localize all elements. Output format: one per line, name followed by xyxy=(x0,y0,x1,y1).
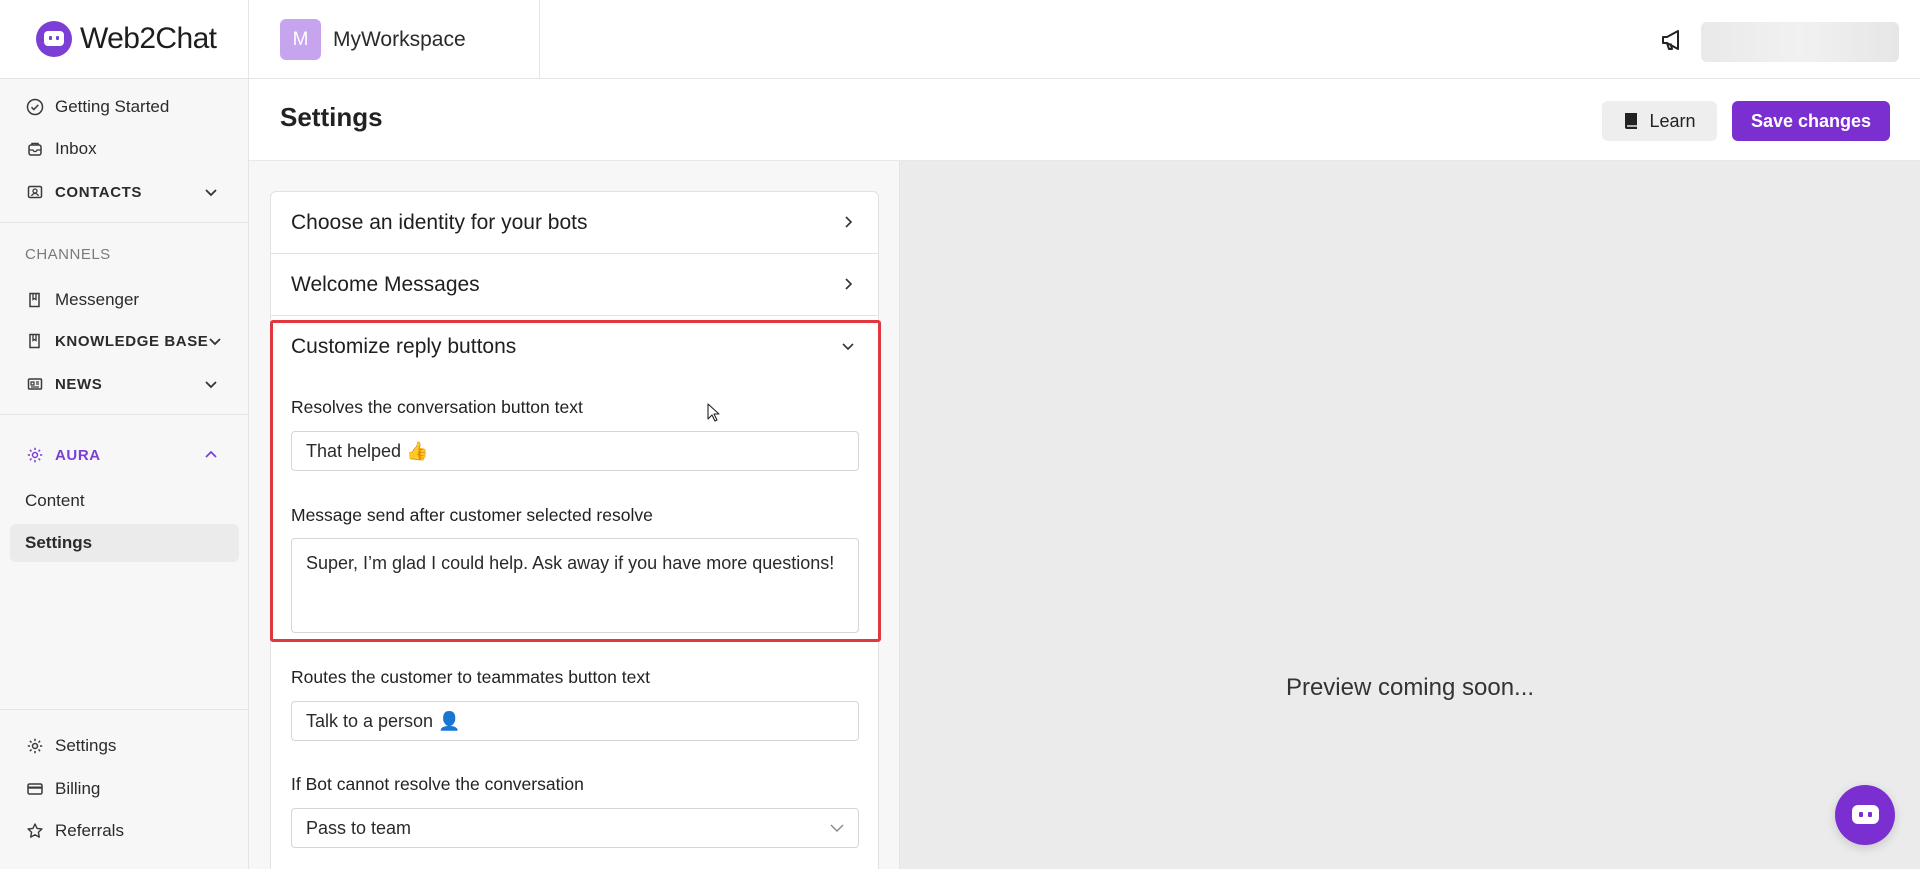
chevron-right-icon xyxy=(845,278,853,290)
unresolved-action-select[interactable]: Pass to team xyxy=(291,808,859,848)
accordion-title: Customize reply buttons xyxy=(291,335,517,358)
sidebar-item-settings[interactable]: Settings xyxy=(10,727,239,765)
book-icon xyxy=(25,331,45,351)
sidebar-item-label: Content xyxy=(25,491,85,510)
settings-panel: Choose an identity for your bots Welcome… xyxy=(249,161,900,869)
page-header: Settings Learn Save changes xyxy=(249,80,1920,161)
sidebar-item-inbox[interactable]: Inbox xyxy=(10,130,239,168)
channels-section-label: CHANNELS xyxy=(25,246,111,263)
resolve-message-label: Message send after customer selected res… xyxy=(291,505,653,525)
sidebar-item-label: Messenger xyxy=(55,290,140,309)
sidebar-item-knowledge-base[interactable]: KNOWLEDGE BASE xyxy=(10,322,239,360)
book-icon xyxy=(1625,113,1638,129)
bot-icon xyxy=(1852,805,1879,824)
learn-button[interactable]: Learn xyxy=(1602,101,1717,141)
top-bar: M MyWorkspace xyxy=(249,0,1920,79)
star-icon xyxy=(25,821,45,841)
sidebar-item-referrals[interactable]: Referrals xyxy=(10,812,239,850)
chevron-down-icon xyxy=(830,824,844,832)
gear-icon xyxy=(25,736,45,756)
sidebar: Web2Chat Getting Started Inbox CONTACTS … xyxy=(0,0,249,869)
sidebar-item-label: NEWS xyxy=(55,375,103,393)
messenger-icon xyxy=(25,290,45,310)
inbox-icon xyxy=(25,139,45,159)
sidebar-item-aura-settings[interactable]: Settings xyxy=(10,524,239,562)
brand-logo[interactable]: Web2Chat xyxy=(0,0,248,79)
chevron-down-icon xyxy=(205,381,217,389)
check-circle-icon xyxy=(25,97,45,117)
sidebar-item-aura[interactable]: AURA xyxy=(10,436,239,474)
page-title: Settings xyxy=(280,102,383,132)
chevron-down-icon xyxy=(209,338,221,346)
sidebar-item-label: Settings xyxy=(25,533,93,552)
sidebar-item-label: Referrals xyxy=(55,821,124,840)
sidebar-item-label: Getting Started xyxy=(55,97,170,116)
sidebar-item-label: AURA xyxy=(55,446,101,464)
preview-panel: Preview coming soon... xyxy=(900,161,1920,869)
megaphone-icon[interactable] xyxy=(1659,26,1687,54)
sidebar-divider xyxy=(0,222,249,223)
sidebar-item-messenger[interactable]: Messenger xyxy=(10,281,239,319)
sidebar-divider xyxy=(0,414,249,415)
mouse-cursor-icon xyxy=(707,403,720,422)
sidebar-item-label: KNOWLEDGE BASE xyxy=(55,332,209,350)
contacts-icon xyxy=(25,182,45,202)
web2chat-logo-icon xyxy=(36,21,72,57)
brand-name: Web2Chat xyxy=(80,22,217,55)
resolve-button-text-input[interactable]: That helped 👍 xyxy=(291,431,859,471)
sidebar-divider xyxy=(0,709,249,710)
workspace-avatar: M xyxy=(280,19,321,60)
chevron-right-icon xyxy=(845,216,853,228)
accordion-welcome-messages[interactable]: Welcome Messages xyxy=(271,254,878,316)
unresolved-action-label: If Bot cannot resolve the conversation xyxy=(291,774,584,794)
sidebar-item-label: Settings xyxy=(55,736,117,755)
workspace-switcher[interactable]: M MyWorkspace xyxy=(249,0,540,79)
sidebar-item-contacts[interactable]: CONTACTS xyxy=(10,173,239,211)
resolve-message-textarea[interactable]: Super, I’m glad I could help. Ask away i… xyxy=(291,538,859,633)
sidebar-item-label: CONTACTS xyxy=(55,183,143,201)
user-profile-menu[interactable] xyxy=(1701,22,1899,62)
resolve-button-text-label: Resolves the conversation button text xyxy=(291,397,583,417)
sidebar-item-aura-content[interactable]: Content xyxy=(10,482,239,520)
sidebar-item-news[interactable]: NEWS xyxy=(10,365,239,403)
credit-card-icon xyxy=(25,779,45,799)
route-button-text-label: Routes the customer to teammates button … xyxy=(291,667,650,687)
save-changes-button[interactable]: Save changes xyxy=(1732,101,1890,141)
chevron-up-icon xyxy=(205,450,217,458)
sidebar-item-label: Billing xyxy=(55,779,101,798)
news-icon xyxy=(25,374,45,394)
preview-placeholder-text: Preview coming soon... xyxy=(1285,674,1535,701)
learn-button-label: Learn xyxy=(1649,110,1696,131)
sidebar-item-getting-started[interactable]: Getting Started xyxy=(10,88,239,126)
chevron-down-icon xyxy=(205,189,217,197)
gear-icon xyxy=(25,445,45,465)
accordion-identity[interactable]: Choose an identity for your bots xyxy=(271,192,878,254)
select-value: Pass to team xyxy=(306,817,412,838)
settings-card: Choose an identity for your bots Welcome… xyxy=(270,191,879,869)
sidebar-item-billing[interactable]: Billing xyxy=(10,770,239,808)
accordion-reply-buttons[interactable]: Customize reply buttons xyxy=(271,316,878,378)
route-button-text-input[interactable]: Talk to a person 👤 xyxy=(291,701,859,741)
accordion-title: Welcome Messages xyxy=(291,272,480,296)
accordion-title: Choose an identity for your bots xyxy=(291,210,588,234)
workspace-name: MyWorkspace xyxy=(333,27,466,51)
chat-widget-button[interactable] xyxy=(1835,785,1895,845)
sidebar-item-label: Inbox xyxy=(55,139,97,158)
chevron-down-icon xyxy=(842,343,854,351)
